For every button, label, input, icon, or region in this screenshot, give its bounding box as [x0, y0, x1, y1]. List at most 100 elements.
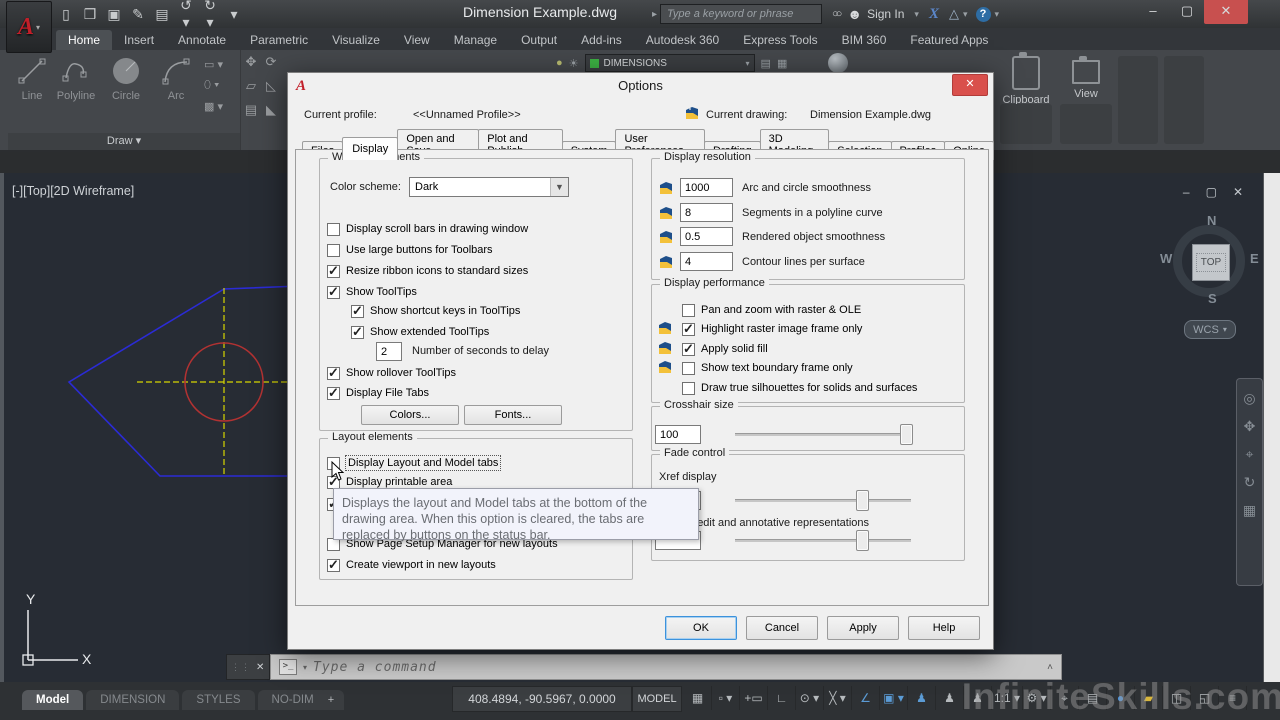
object-snap-icon[interactable]: ∠ — [852, 686, 880, 710]
redo-icon[interactable]: ↻ ▾ — [200, 0, 220, 31]
draw-extra-icon[interactable]: ▩ ▾ — [204, 100, 238, 113]
undo-icon[interactable]: ↺ ▾ — [176, 0, 196, 31]
checkbox[interactable] — [327, 385, 340, 401]
save-icon[interactable]: ▣ — [104, 6, 124, 23]
chevron-down-icon[interactable]: ▾ — [303, 663, 307, 672]
navigation-bar[interactable]: ◎ ✥ ⌖ ↻ ▦ — [1236, 378, 1263, 586]
ribbon-tab[interactable]: Annotate — [166, 30, 238, 50]
ribbon-big-button[interactable] — [1164, 56, 1204, 144]
crosshair-size-slider[interactable] — [735, 433, 911, 436]
seconds-delay-input[interactable]: 2 — [376, 342, 402, 361]
open-file-icon[interactable]: ❒ — [80, 6, 100, 23]
inplace-fade-slider[interactable] — [735, 539, 911, 542]
viewcube-south[interactable]: S — [1208, 291, 1217, 306]
draw-extra-icon[interactable]: ⬯ ▾ — [204, 79, 238, 92]
layer-dropdown[interactable]: DIMENSIONS ▾ — [584, 54, 755, 72]
checkbox[interactable] — [682, 341, 695, 357]
ribbon-tab[interactable]: Output — [509, 30, 569, 50]
layout-tab[interactable]: Model — [22, 690, 84, 710]
model-space-toggle[interactable]: MODEL — [632, 686, 682, 712]
new-file-icon[interactable]: ▯ — [56, 6, 76, 23]
layout-tab[interactable]: STYLES — [182, 690, 255, 710]
apply-button[interactable]: Apply — [827, 616, 899, 640]
search-input[interactable]: Type a keyword or phrase — [660, 4, 823, 24]
wcs-dropdown[interactable]: WCS ▾ — [1184, 320, 1236, 339]
application-menu-button[interactable]: A ▾ — [6, 1, 52, 53]
viewport-controls-label[interactable]: [-][Top][2D Wireframe] — [12, 184, 134, 198]
inplace-slider-thumb[interactable] — [856, 530, 869, 551]
xref-fade-slider[interactable] — [735, 499, 911, 502]
ortho-icon[interactable]: ∟ — [768, 686, 796, 710]
pan-icon[interactable]: ✥ — [1244, 419, 1256, 433]
save-as-icon[interactable]: ✎ — [128, 6, 148, 23]
grid-icon[interactable]: ▦ — [684, 686, 712, 710]
crosshair-slider-thumb[interactable] — [900, 424, 913, 445]
polyline-segments-input[interactable]: 8 — [680, 203, 733, 222]
help-icon[interactable]: ? — [975, 6, 991, 22]
checkbox[interactable] — [327, 263, 340, 279]
sign-in-button[interactable]: ☻ Sign In — [847, 6, 904, 22]
dialog-title-bar[interactable]: A Options ✕ — [288, 73, 993, 99]
checkbox[interactable] — [351, 303, 364, 319]
chevron-down-icon[interactable]: ▾ — [914, 9, 919, 20]
checkbox[interactable] — [682, 361, 695, 375]
3d-object-snap-icon[interactable]: ▣ ▾ — [880, 686, 908, 710]
checkbox[interactable] — [682, 303, 695, 317]
close-icon[interactable]: ✕ — [256, 662, 264, 673]
ribbon-tab[interactable]: View — [392, 30, 442, 50]
arc-smoothness-input[interactable]: 1000 — [680, 178, 733, 197]
ribbon-tab[interactable]: Autodesk 360 — [634, 30, 731, 50]
layout-tab[interactable]: DIMENSION — [86, 690, 180, 710]
ribbon-big-button[interactable] — [1118, 56, 1158, 144]
dialog-tab[interactable]: Display — [342, 137, 399, 160]
checkbox[interactable] — [351, 324, 364, 340]
chevron-down-icon[interactable]: ▾ — [963, 9, 968, 20]
exchange-apps-icon[interactable]: X — [929, 6, 939, 23]
close-button[interactable]: ✕ — [1204, 0, 1248, 24]
xref-slider-thumb[interactable] — [856, 490, 869, 511]
minimize-button[interactable]: – — [1136, 0, 1170, 24]
search-icon[interactable]: ○○ — [832, 8, 842, 20]
checkbox[interactable] — [327, 222, 340, 236]
command-input-placeholder[interactable]: Type a command — [313, 660, 437, 675]
checkbox[interactable] — [327, 284, 340, 300]
materials-sphere-icon[interactable] — [828, 53, 848, 73]
cancel-button[interactable]: Cancel — [746, 616, 818, 640]
color-scheme-dropdown[interactable]: Dark ▼ — [409, 177, 569, 197]
checkbox[interactable] — [682, 381, 695, 395]
ribbon-tab[interactable]: BIM 360 — [830, 30, 899, 50]
viewcube-east[interactable]: E — [1250, 251, 1259, 266]
navigation-wheel-icon[interactable]: ◎ — [1243, 391, 1255, 405]
annotation-autoscale-icon[interactable]: ♟ — [936, 686, 964, 710]
ribbon-tab[interactable]: Parametric — [238, 30, 320, 50]
layer-tools-icon[interactable]: ▤ — [761, 57, 771, 70]
colors-button[interactable]: Colors... — [361, 405, 459, 425]
line-tool[interactable]: Line — [10, 56, 54, 102]
ribbon-tab[interactable]: Express Tools — [731, 30, 829, 50]
drawing-minimize-button[interactable]: – — [1183, 185, 1190, 199]
drawing-restore-button[interactable]: ▢ — [1206, 185, 1217, 199]
chevron-down-icon[interactable]: ▾ — [995, 9, 1000, 20]
modify-tool-icon[interactable]: ⟳ — [261, 54, 281, 78]
search-expand-icon[interactable]: ▸ — [652, 9, 657, 20]
isometric-drafting-icon[interactable]: ╳ ▾ — [824, 686, 852, 710]
rendered-smoothness-input[interactable]: 0.5 — [680, 227, 733, 246]
polyline-tool[interactable]: Polyline — [54, 56, 98, 102]
zoom-icon[interactable]: ⌖ — [1246, 447, 1254, 461]
viewcube-west[interactable]: W — [1160, 251, 1172, 266]
share-icon[interactable]: △ — [949, 6, 959, 22]
command-line-grip[interactable]: ⋮⋮ ✕ ⚙ — [226, 654, 279, 680]
checkbox[interactable] — [327, 557, 340, 573]
viewcube-top-face[interactable]: TOP — [1192, 244, 1230, 281]
modify-tool-icon[interactable]: ✥ — [241, 54, 261, 78]
contour-lines-input[interactable]: 4 — [680, 252, 733, 271]
layer-state-icon[interactable]: ▦ — [777, 57, 787, 70]
viewcube[interactable]: N W E S TOP — [1160, 213, 1259, 307]
ribbon-tab[interactable]: Insert — [112, 30, 166, 50]
showmotion-icon[interactable]: ▦ — [1243, 503, 1256, 517]
orbit-icon[interactable]: ↻ — [1244, 475, 1256, 489]
drawing-close-button[interactable]: ✕ — [1233, 185, 1243, 199]
crosshair-size-input[interactable]: 100 — [655, 425, 701, 444]
viewcube-north[interactable]: N — [1207, 213, 1216, 228]
command-history-toggle[interactable]: ˄ — [1047, 662, 1053, 673]
